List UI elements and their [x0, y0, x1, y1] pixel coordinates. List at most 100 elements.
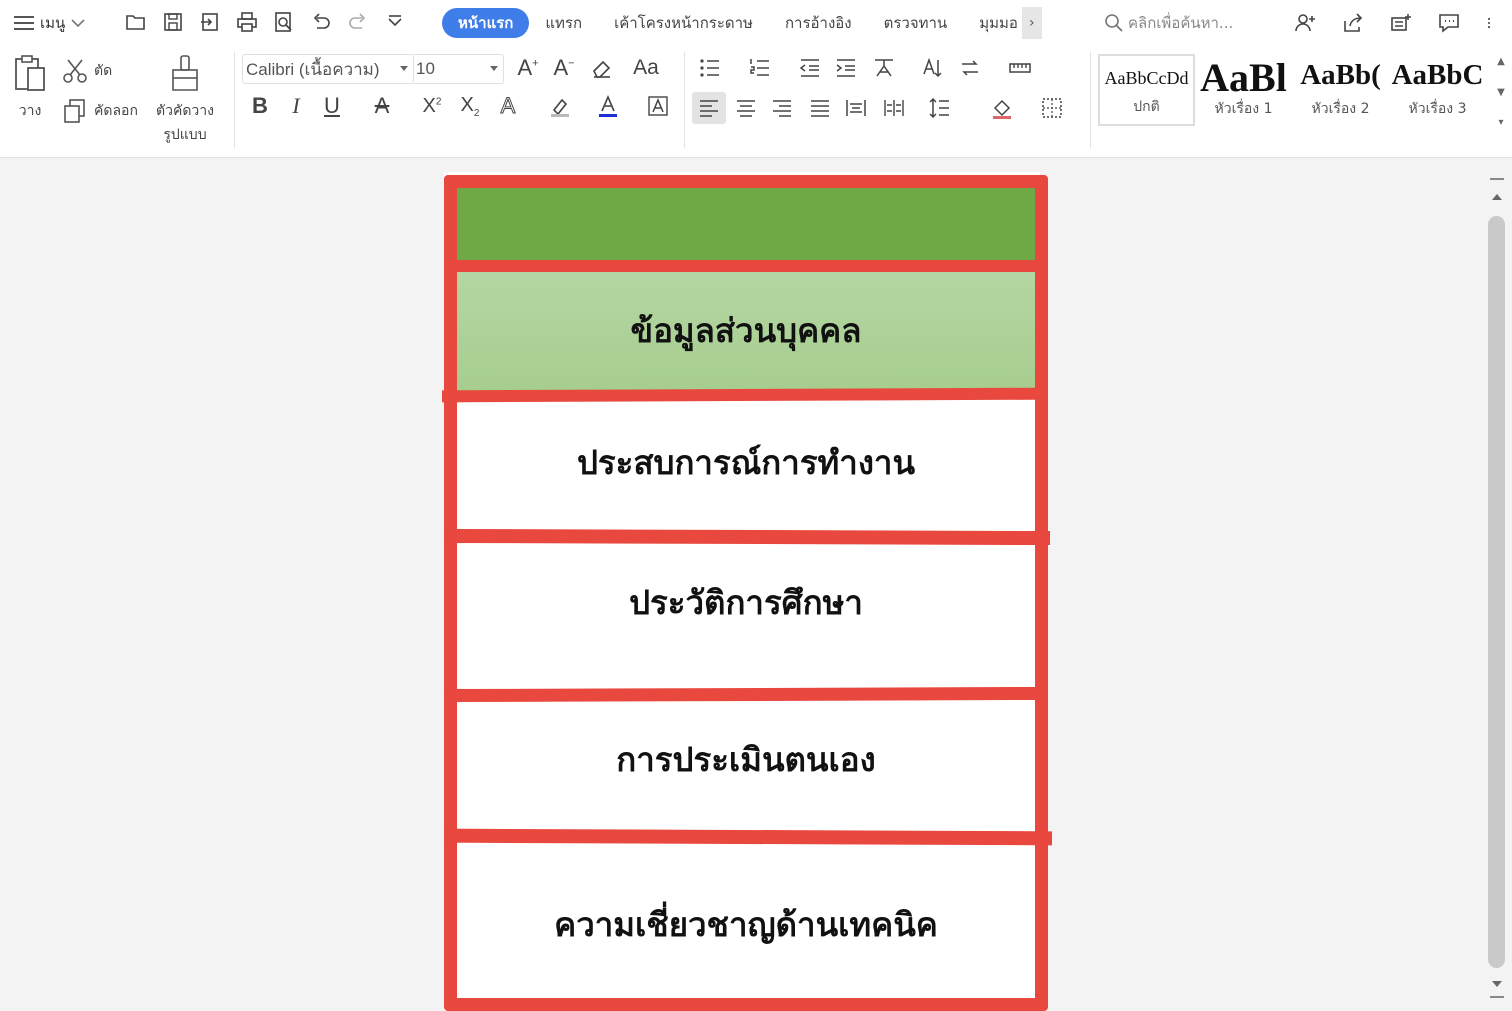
font-name-value: Calibri (เนื้อความ) [246, 59, 380, 79]
styles-gallery: AaBbCcDd ปกติ AaBl หัวเรื่อง 1 AaBb( หัว… [1098, 54, 1488, 126]
increase-indent-button[interactable] [832, 54, 860, 82]
style-normal[interactable]: AaBbCcDd ปกติ [1098, 54, 1195, 126]
style-heading-2[interactable]: AaBb( หัวเรื่อง 2 [1292, 54, 1389, 126]
scrollbar-thumb[interactable] [1488, 216, 1505, 968]
add-user-icon[interactable] [1290, 9, 1320, 37]
bold-button[interactable]: B [246, 92, 274, 120]
numbering-button[interactable] [746, 54, 774, 82]
strikethrough-button[interactable]: A [368, 92, 396, 120]
chevron-down-icon [490, 66, 498, 71]
topbar-right-actions [1290, 9, 1496, 37]
save-icon[interactable] [159, 8, 186, 36]
export-icon[interactable] [196, 8, 223, 36]
format-painter-label-2: รูปแบบ [163, 127, 207, 143]
open-folder-icon[interactable] [122, 8, 149, 36]
font-size-select[interactable]: 10 [414, 54, 504, 84]
tab-scroll-right-button[interactable]: › [1021, 7, 1042, 39]
scroll-down-icon[interactable] [1492, 981, 1502, 987]
text-effect-button[interactable]: A [494, 92, 522, 120]
borders-button[interactable] [1038, 94, 1066, 122]
tab-review[interactable]: ตรวจทาน [868, 8, 964, 38]
main-menu-button[interactable]: เมนู [14, 10, 85, 36]
grow-font-button[interactable]: A+ [514, 54, 542, 82]
format-painter-button[interactable]: ตัวคัดวาง รูปแบบ [156, 54, 214, 146]
align-center-icon [737, 100, 755, 117]
search-box[interactable]: คลิกเพื่อค้นหา... [1104, 10, 1264, 36]
paragraph-direction-button[interactable] [956, 54, 984, 82]
tab-home[interactable]: หน้าแรก [442, 8, 530, 38]
subscript-button[interactable]: X2 [456, 92, 484, 120]
shrink-font-button[interactable]: A− [550, 54, 578, 82]
more-options-icon[interactable] [1482, 9, 1496, 37]
distributed-icon [846, 100, 866, 116]
clear-format-button[interactable] [588, 54, 616, 82]
italic-button[interactable]: I [282, 92, 310, 120]
tab-view[interactable]: มุมมอ [963, 8, 1022, 38]
customize-toolbar-icon[interactable] [381, 8, 408, 36]
shading-button[interactable] [988, 94, 1016, 122]
sort-icon [923, 57, 942, 78]
character-border-button[interactable] [644, 92, 672, 120]
style-heading-3[interactable]: AaBbC หัวเรื่อง 3 [1389, 54, 1486, 126]
align-center-button[interactable] [732, 94, 760, 122]
print-icon[interactable] [233, 8, 260, 36]
direction-arrows-icon [962, 60, 978, 76]
outdent-icon [799, 59, 819, 77]
chevron-down-icon [400, 66, 408, 71]
align-left-button[interactable] [692, 92, 726, 124]
tab-page-layout[interactable]: เค้าโครงหน้ากระดาษ [598, 8, 769, 38]
undo-icon[interactable] [307, 8, 334, 36]
change-case-button[interactable]: Aa [626, 54, 666, 82]
red-divider [444, 260, 1044, 272]
quick-access-toolbar [122, 8, 408, 36]
align-right-button[interactable] [768, 94, 796, 122]
search-placeholder: คลิกเพื่อค้นหา... [1128, 14, 1234, 32]
cut-button[interactable]: ตัด [62, 58, 112, 84]
justify-icon [811, 100, 829, 117]
print-preview-icon[interactable] [270, 8, 297, 36]
style-label: หัวเรื่อง 3 [1408, 101, 1467, 117]
highlight-button[interactable] [546, 92, 574, 120]
superscript-button[interactable]: X2 [418, 92, 446, 120]
paste-button[interactable]: วาง [12, 54, 48, 122]
distributed-button[interactable] [842, 94, 870, 122]
tab-references[interactable]: การอ้างอิง [769, 8, 868, 38]
copy-button[interactable]: คัดลอก [62, 98, 138, 124]
expand-gallery-icon[interactable]: ▾ [1498, 117, 1503, 128]
style-sample: AaBbC [1391, 59, 1484, 91]
chinese-layout-button[interactable] [870, 54, 898, 82]
grow-font-icon: A+ [517, 55, 539, 80]
red-divider [443, 528, 1051, 546]
text-direction-icon [875, 59, 893, 77]
redo-icon[interactable] [344, 8, 371, 36]
strikethrough-icon: A [374, 93, 390, 118]
columns-button[interactable] [880, 94, 908, 122]
style-heading-1[interactable]: AaBl หัวเรื่อง 1 [1195, 54, 1292, 126]
comments-icon[interactable] [1434, 9, 1464, 37]
line-spacing-button[interactable] [926, 94, 954, 122]
insert-comment-icon[interactable] [1386, 9, 1416, 37]
chevron-down-icon[interactable]: ▼ [1497, 87, 1505, 98]
justify-button[interactable] [806, 94, 834, 122]
scroll-up-icon[interactable] [1492, 194, 1502, 200]
share-icon[interactable] [1338, 9, 1368, 37]
decrease-indent-button[interactable] [796, 54, 824, 82]
font-color-button[interactable] [594, 92, 622, 120]
scroll-bottom-icon[interactable] [1490, 996, 1504, 1008]
main-menu-label: เมนู [40, 14, 66, 32]
bold-icon: B [252, 93, 268, 118]
vertical-scrollbar[interactable] [1486, 158, 1512, 1011]
styles-gallery-scroll[interactable]: ▲ ▼ ▾ [1494, 56, 1508, 128]
scroll-top-icon[interactable] [1490, 166, 1504, 180]
font-name-select[interactable]: Calibri (เนื้อความ) [242, 54, 414, 84]
tab-insert[interactable]: แทรก [529, 8, 598, 38]
underline-button[interactable]: U [318, 92, 346, 120]
brush-icon [172, 55, 198, 91]
bullets-button[interactable] [696, 54, 724, 82]
paste-label: วาง [18, 103, 42, 119]
chevron-up-icon[interactable]: ▲ [1497, 56, 1505, 67]
show-marks-button[interactable] [1006, 54, 1034, 82]
sort-button[interactable] [918, 54, 946, 82]
text-effect-icon: A [500, 93, 516, 119]
format-painter-label-1: ตัวคัดวาง [156, 103, 214, 119]
